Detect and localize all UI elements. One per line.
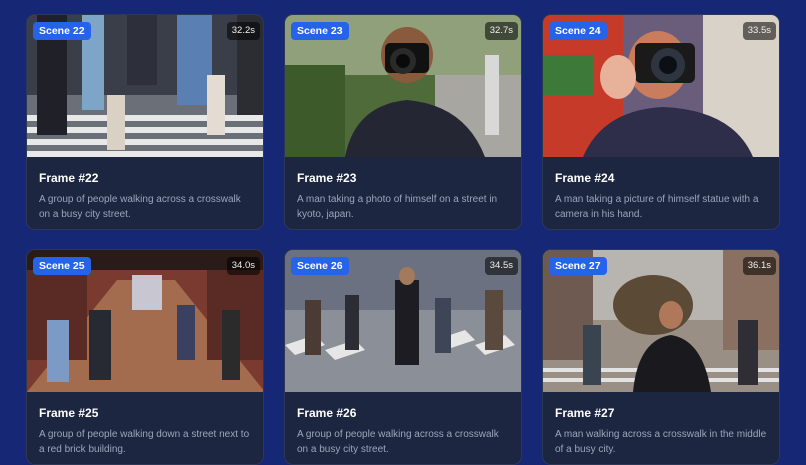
frame-thumbnail[interactable]: Scene 25 34.0s [27, 250, 263, 392]
scene-badge: Scene 23 [291, 22, 349, 40]
duration-badge: 32.2s [226, 22, 260, 40]
duration-badge: 34.5s [484, 257, 518, 275]
frame-caption: A man walking across a crosswalk in the … [555, 429, 767, 455]
card-body: Frame #22 A group of people walking acro… [27, 157, 263, 229]
card-body: Frame #26 A group of people walking acro… [285, 392, 521, 464]
frame-caption: A group of people walking across a cross… [39, 194, 241, 220]
frame-card-25[interactable]: Scene 25 34.0s Frame #25 A group of peop… [26, 249, 264, 465]
card-body: Frame #24 A man taking a picture of hims… [543, 157, 779, 229]
scene-badge: Scene 26 [291, 257, 349, 275]
scene-badge: Scene 22 [33, 22, 91, 40]
frame-card-24[interactable]: Scene 24 33.5s Frame #24 A man taking a … [542, 14, 780, 230]
card-body: Frame #23 A man taking a photo of himsel… [285, 157, 521, 229]
duration-badge: 34.0s [226, 257, 260, 275]
frame-thumbnail[interactable]: Scene 22 32.2s [27, 15, 263, 157]
frame-title: Frame #23 [297, 171, 357, 185]
card-body: Frame #27 A man walking across a crosswa… [543, 392, 779, 464]
frame-title: Frame #24 [555, 171, 615, 185]
frame-card-26[interactable]: Scene 26 34.5s Frame #26 A group of peop… [284, 249, 522, 465]
duration-badge: 33.5s [742, 22, 776, 40]
scene-badge: Scene 25 [33, 257, 91, 275]
card-body: Frame #25 A group of people walking down… [27, 392, 263, 464]
scene-badge: Scene 24 [549, 22, 607, 40]
frame-caption: A man taking a picture of himself statue… [555, 194, 759, 220]
duration-badge: 36.1s [742, 257, 776, 275]
frame-card-22[interactable]: Scene 22 32.2s Frame #22 A group of peop… [26, 14, 264, 230]
frame-thumbnail[interactable]: Scene 24 33.5s [543, 15, 779, 157]
frame-thumbnail[interactable]: Scene 27 36.1s [543, 250, 779, 392]
frame-card-27[interactable]: Scene 27 36.1s Frame #27 A man walking a… [542, 249, 780, 465]
frame-title: Frame #25 [39, 406, 99, 420]
frame-thumbnail[interactable]: Scene 26 34.5s [285, 250, 521, 392]
frame-title: Frame #26 [297, 406, 357, 420]
scene-badge: Scene 27 [549, 257, 607, 275]
frame-thumbnail[interactable]: Scene 23 32.7s [285, 15, 521, 157]
frame-caption: A man taking a photo of himself on a str… [297, 194, 498, 220]
duration-badge: 32.7s [484, 22, 518, 40]
frame-caption: A group of people walking down a street … [39, 429, 250, 455]
frame-grid: Scene 22 32.2s Frame #22 A group of peop… [0, 0, 806, 465]
frame-card-23[interactable]: Scene 23 32.7s Frame #23 A man taking a … [284, 14, 522, 230]
frame-title: Frame #22 [39, 171, 99, 185]
frame-caption: A group of people walking across a cross… [297, 429, 499, 455]
frame-title: Frame #27 [555, 406, 615, 420]
